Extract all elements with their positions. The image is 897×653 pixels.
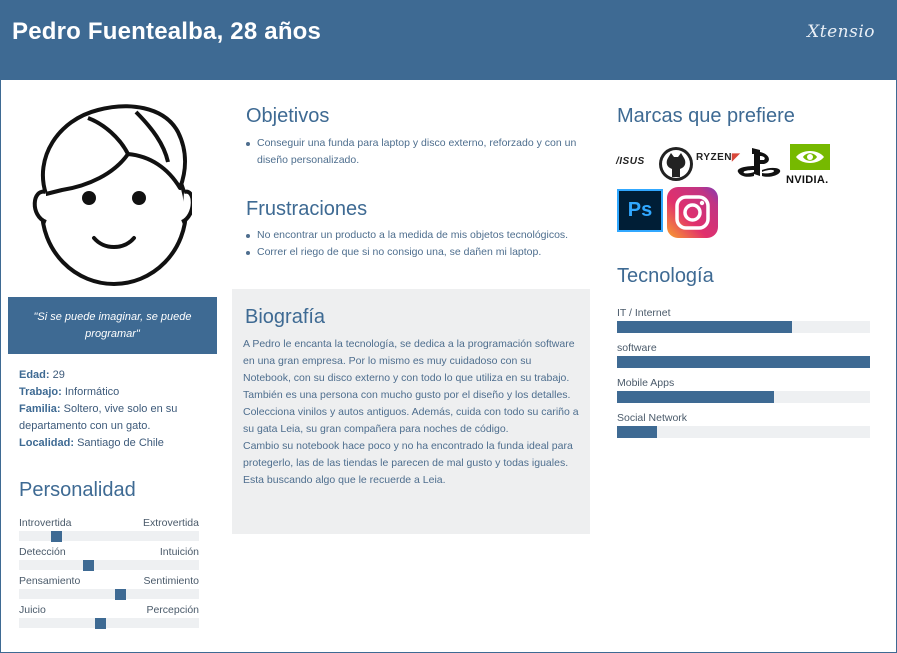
tech-track xyxy=(617,321,870,333)
info-location: Localidad: Santiago de Chile xyxy=(19,437,164,449)
list-item: Conseguir una funda para laptop y disco … xyxy=(246,135,586,169)
trait-left-label: Introvertida xyxy=(19,517,72,529)
tech-track xyxy=(617,356,870,368)
persona-quote: "Si se puede imaginar, se puede programa… xyxy=(8,297,217,354)
info-family: Familia: Soltero, vive solo en su depart… xyxy=(19,403,178,432)
tech-bar xyxy=(617,356,870,368)
trait-thinking-feeling: Pensamiento Sentimiento xyxy=(19,575,199,603)
trait-track xyxy=(19,531,199,541)
info-age: Edad: 29 xyxy=(19,369,65,381)
persona-title: Pedro Fuentealba, 28 años xyxy=(12,18,322,45)
trait-track xyxy=(19,560,199,570)
list-item: Correr el riego de que si no consigo una… xyxy=(246,244,586,261)
technology-title: Tecnología xyxy=(617,265,714,287)
frustrations-title: Frustraciones xyxy=(246,198,368,220)
trait-marker xyxy=(115,589,126,600)
objectives-title: Objetivos xyxy=(246,105,330,127)
brand-logos: /ISUS RYZEN◤ NVIDIA. Ps xyxy=(616,142,856,242)
tech-label: IT / Internet xyxy=(617,307,671,319)
frustrations-list: No encontrar un producto a la medida de … xyxy=(246,227,586,261)
github-logo-icon xyxy=(659,147,693,181)
brands-title: Marcas que prefiere xyxy=(617,105,795,127)
instagram-logo-icon xyxy=(667,187,718,238)
list-item: No encontrar un producto a la medida de … xyxy=(246,227,586,244)
playstation-logo-icon xyxy=(737,148,781,177)
trait-track xyxy=(19,589,199,599)
trait-right-label: Percepción xyxy=(146,604,199,616)
tech-label: Social Network xyxy=(617,412,688,424)
trait-introvert-extrovert: Introvertida Extrovertida xyxy=(19,517,199,545)
avatar-icon xyxy=(32,104,192,286)
info-job: Trabajo: Informático xyxy=(19,386,120,398)
bio-paragraph: También es una persona con mucho gusto p… xyxy=(243,389,579,435)
trait-detection-intuition: Detección Intuición xyxy=(19,546,199,574)
brand-logo: Xtensio xyxy=(807,22,875,42)
ryzen-logo-icon: RYZEN◤ xyxy=(696,152,741,163)
tech-item-social-network: Social Network xyxy=(617,412,870,438)
header-bar: Pedro Fuentealba, 28 años Xtensio xyxy=(0,0,897,80)
trait-right-label: Intuición xyxy=(159,546,199,558)
biography-title: Biografía xyxy=(245,306,326,328)
trait-marker xyxy=(95,618,106,629)
demographics: Edad: 29 Trabajo: Informático Familia: S… xyxy=(19,367,199,452)
tech-bar xyxy=(617,426,658,438)
tech-label: Mobile Apps xyxy=(617,377,675,389)
tech-track xyxy=(617,426,870,438)
nvidia-logo-icon: NVIDIA. xyxy=(786,174,829,186)
trait-marker xyxy=(51,531,62,542)
trait-left-label: Pensamiento xyxy=(19,575,81,587)
nvidia-eye-icon xyxy=(790,144,830,170)
objectives-list: Conseguir una funda para laptop y disco … xyxy=(246,135,586,169)
tech-label: software xyxy=(617,342,657,354)
trait-judging-perceiving: Juicio Percepción xyxy=(19,604,199,632)
photoshop-logo-icon: Ps xyxy=(617,189,663,232)
tech-bar xyxy=(617,391,774,403)
bio-paragraph: Cambio su notebook hace poco y no ha enc… xyxy=(243,440,573,486)
bio-paragraph: A Pedro le encanta la tecnología, se ded… xyxy=(243,338,575,384)
trait-marker xyxy=(83,560,94,571)
biography-text: A Pedro le encanta la tecnología, se ded… xyxy=(243,336,579,489)
tech-item-mobile-apps: Mobile Apps xyxy=(617,377,870,403)
tech-item-it-internet: IT / Internet xyxy=(617,307,870,333)
asus-logo-icon: /ISUS xyxy=(616,156,645,167)
trait-track xyxy=(19,618,199,628)
trait-right-label: Extrovertida xyxy=(142,517,199,529)
tech-track xyxy=(617,391,870,403)
tech-bar xyxy=(617,321,792,333)
trait-left-label: Detección xyxy=(19,546,66,558)
tech-item-software: software xyxy=(617,342,870,368)
trait-left-label: Juicio xyxy=(19,604,46,616)
trait-right-label: Sentimiento xyxy=(143,575,199,587)
personality-title: Personalidad xyxy=(19,479,136,501)
